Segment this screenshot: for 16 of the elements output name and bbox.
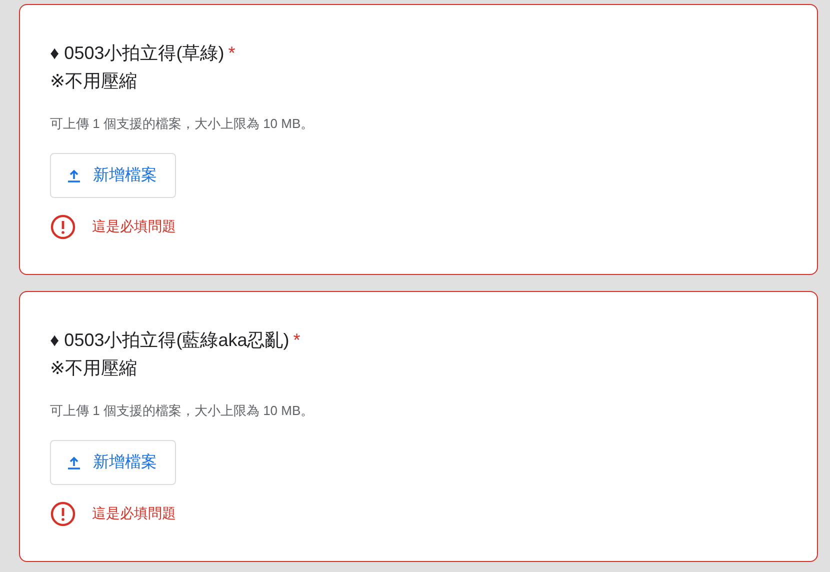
upload-icon bbox=[67, 168, 81, 182]
error-message: 這是必填問題 bbox=[92, 505, 176, 523]
upload-hint: 可上傳 1 個支援的檔案，大小上限為 10 MB。 bbox=[50, 402, 315, 420]
question-note: ※不用壓縮 bbox=[50, 70, 138, 93]
question-title: ♦ 0503小拍立得(草綠) * bbox=[50, 42, 236, 65]
add-file-button[interactable]: 新增檔案 bbox=[50, 440, 176, 485]
required-mark: * bbox=[293, 330, 300, 350]
question-note: ※不用壓縮 bbox=[50, 357, 138, 380]
error-icon bbox=[50, 501, 76, 527]
error-message: 這是必填問題 bbox=[92, 218, 176, 236]
question-title: ♦ 0503小拍立得(藍綠aka忍亂) * bbox=[50, 329, 302, 352]
required-mark: * bbox=[228, 43, 236, 63]
upload-hint: 可上傳 1 個支援的檔案，大小上限為 10 MB。 bbox=[50, 115, 315, 133]
add-file-button[interactable]: 新增檔案 bbox=[50, 153, 176, 198]
error-icon bbox=[50, 214, 76, 240]
upload-icon bbox=[67, 456, 81, 470]
